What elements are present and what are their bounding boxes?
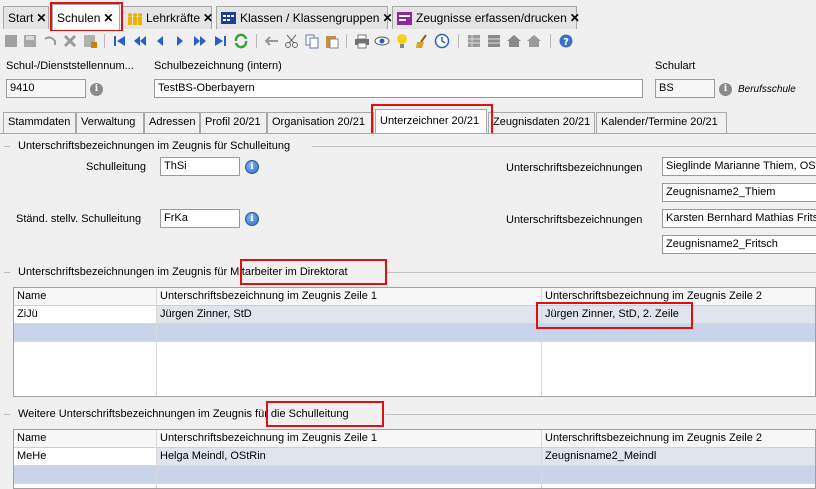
tab-label: Zeugnisse erfassen/drucken: [416, 11, 567, 25]
delete-icon[interactable]: [62, 33, 78, 49]
table-cell[interactable]: Zeugnisname2_Meindl: [542, 448, 815, 465]
close-icon[interactable]: ✕: [570, 11, 580, 25]
stellv-field[interactable]: FrKa: [160, 209, 240, 228]
people-icon: [127, 12, 142, 25]
info-icon[interactable]: i: [719, 83, 732, 96]
schulart-text: Berufsschule: [738, 84, 796, 95]
info-icon[interactable]: i: [245, 160, 259, 174]
tab-schulen[interactable]: Schulen ✕: [52, 4, 120, 31]
table-cell[interactable]: Helga Meindl, OStRin: [157, 448, 541, 465]
schulleitung-field[interactable]: ThSi: [160, 157, 240, 176]
last-record-icon[interactable]: [212, 33, 228, 49]
tab-label: Lehrkräfte: [146, 11, 201, 25]
info-icon[interactable]: i: [245, 212, 259, 226]
save-icon[interactable]: [22, 33, 38, 49]
grid-header: Name Unterschriftsbezeichnung im Zeugnis…: [14, 430, 815, 448]
main-tabbar: Start ✕ Schulen ✕ Lehrkräfte ✕ Klassen / Kl…: [0, 0, 816, 32]
subtab-profil[interactable]: Profil 20/21: [200, 112, 267, 133]
table-cell[interactable]: ZiJü: [14, 306, 156, 323]
list-icon[interactable]: [82, 33, 98, 49]
new-icon[interactable]: [3, 33, 19, 49]
stellv-name2-field[interactable]: Zeugnisname2_Fritsch: [662, 235, 816, 254]
table-row-new[interactable]: [14, 324, 815, 342]
schulleitung-label: Schulleitung: [86, 161, 146, 173]
tab-label: Klassen / Klassengruppen: [240, 11, 380, 25]
grid-header: Name Unterschriftsbezeichnung im Zeugnis…: [14, 288, 815, 306]
close-icon[interactable]: ✕: [36, 11, 46, 25]
paste-icon[interactable]: [324, 33, 340, 49]
table-cell[interactable]: MeHe: [14, 448, 156, 465]
subtab-zeugnisdaten[interactable]: Zeugnisdaten 20/21: [488, 112, 595, 133]
schulbezeichnung-field[interactable]: TestBS-Oberbayern: [154, 79, 643, 98]
column-header[interactable]: Name: [14, 430, 156, 447]
schulart-label: Schulart: [655, 60, 696, 72]
certificate-icon: [397, 11, 412, 25]
table-row[interactable]: ZiJü Jürgen Zinner, StD Jürgen Zinner, S…: [14, 306, 815, 324]
close-icon[interactable]: ✕: [382, 11, 392, 25]
column-header[interactable]: Unterschriftsbezeichnung im Zeugnis Zeil…: [542, 430, 815, 447]
tab-zeugnisse[interactable]: Zeugnisse erfassen/drucken ✕: [392, 6, 580, 29]
undo-icon[interactable]: [42, 33, 58, 49]
broom-icon[interactable]: [414, 33, 430, 49]
prev-record-icon[interactable]: [152, 33, 168, 49]
schulnummer-label: Schul-/Dienststellennum...: [6, 60, 134, 72]
toolbar: ?: [0, 31, 816, 51]
direktorat-grid: Name Unterschriftsbezeichnung im Zeugnis…: [13, 287, 816, 397]
tab-start[interactable]: Start ✕: [3, 6, 49, 29]
section-title: Weitere Unterschriftsbezeichnungen im Ze…: [18, 408, 349, 420]
subtab-organisation[interactable]: Organisation 20/21: [267, 112, 374, 133]
table-cell[interactable]: Jürgen Zinner, StD: [157, 306, 541, 323]
schulbezeichnung-label: Schulbezeichnung (intern): [154, 60, 282, 72]
table-row-new[interactable]: [14, 466, 815, 484]
close-icon[interactable]: ✕: [103, 11, 113, 25]
help-icon[interactable]: ?: [558, 33, 574, 49]
cut-icon[interactable]: [284, 33, 300, 49]
column-header[interactable]: Unterschriftsbezeichnung im Zeugnis Zeil…: [542, 288, 815, 305]
schulleitung-grid: Name Unterschriftsbezeichnung im Zeugnis…: [13, 429, 816, 489]
unterschrift-label: Unterschriftsbezeichnungen: [506, 162, 643, 174]
section-title: Unterschriftsbezeichnungen im Zeugnis fü…: [18, 140, 291, 152]
tab-label: Schulen: [57, 11, 101, 25]
subtab-verwaltung[interactable]: Verwaltung: [76, 112, 144, 133]
subtab-unterzeichner[interactable]: Unterzeichner 20/21: [375, 109, 487, 133]
subtab-adressen[interactable]: Adressen: [144, 112, 200, 133]
subtab-stammdaten[interactable]: Stammdaten: [3, 112, 76, 133]
first-record-icon[interactable]: [112, 33, 128, 49]
copy-icon[interactable]: [304, 33, 320, 49]
clock-icon[interactable]: [434, 33, 450, 49]
classroom-icon: [221, 11, 236, 25]
grid-icon[interactable]: [466, 33, 482, 49]
table-cell[interactable]: Jürgen Zinner, StD, 2. Zeile: [542, 306, 815, 323]
subtab-kalender[interactable]: Kalender/Termine 20/21: [596, 112, 727, 133]
back-arrow-icon[interactable]: [264, 33, 280, 49]
schulnummer-field[interactable]: 9410: [6, 79, 86, 98]
unterschrift-label: Unterschriftsbezeichnungen: [506, 214, 643, 226]
column-header[interactable]: Name: [14, 288, 156, 305]
prev-page-icon[interactable]: [132, 33, 148, 49]
tab-lehrkraefte[interactable]: Lehrkräfte ✕: [122, 6, 213, 29]
print-icon[interactable]: [354, 33, 370, 49]
grid2-icon[interactable]: [486, 33, 502, 49]
stellv-label: Ständ. stellv. Schulleitung: [16, 213, 142, 225]
schulart-field[interactable]: BS: [655, 79, 715, 98]
tab-klassen[interactable]: Klassen / Klassengruppen ✕: [216, 6, 393, 29]
next-record-icon[interactable]: [172, 33, 188, 49]
svg-text:?: ?: [563, 37, 569, 48]
schulleitung-name2-field[interactable]: Zeugnisname2_Thiem: [662, 183, 816, 202]
table-row[interactable]: MeHe Helga Meindl, OStRin Zeugnisname2_M…: [14, 448, 815, 466]
tab-label: Start: [8, 11, 34, 25]
schulleitung-name1-field[interactable]: Sieglinde Marianne Thiem, OStD: [662, 157, 816, 176]
refresh-icon[interactable]: [233, 33, 249, 49]
stellv-name1-field[interactable]: Karsten Bernhard Mathias Fritsch: [662, 209, 816, 228]
preview-icon[interactable]: [374, 33, 390, 49]
close-icon[interactable]: ✕: [203, 11, 213, 25]
next-page-icon[interactable]: [192, 33, 208, 49]
home2-icon[interactable]: [526, 33, 542, 49]
bulb-icon[interactable]: [394, 33, 410, 49]
section-title: Unterschriftsbezeichnungen im Zeugnis fü…: [18, 266, 348, 278]
column-header[interactable]: Unterschriftsbezeichnung im Zeugnis Zeil…: [157, 430, 541, 447]
info-icon[interactable]: i: [90, 83, 103, 96]
column-header[interactable]: Unterschriftsbezeichnung im Zeugnis Zeil…: [157, 288, 541, 305]
home-icon[interactable]: [506, 33, 522, 49]
